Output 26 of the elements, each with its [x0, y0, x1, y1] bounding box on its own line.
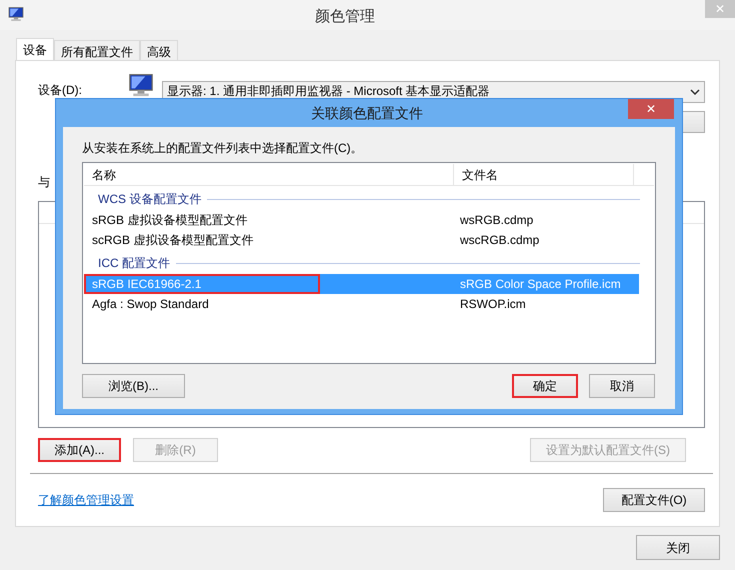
button[interactable]: 浏览(B)... — [82, 374, 185, 398]
list-row[interactable]: scRGB 虚拟设备模型配置文件 wscRGB.cdmp — [84, 230, 639, 250]
instruction-text: 从安装在系统上的配置文件列表中选择配置文件(C)。 — [82, 140, 364, 157]
column-header[interactable]: 名称 — [84, 164, 454, 185]
section-label: 与 — [38, 174, 50, 191]
help-link[interactable]: 了解颜色管理设置 — [38, 491, 134, 509]
monitor-icon — [8, 6, 24, 22]
button[interactable]: 添加(A)... — [38, 438, 121, 462]
monitor-icon — [126, 73, 156, 97]
column-header[interactable]: 文件名 — [454, 164, 634, 185]
button[interactable]: 确定 — [512, 374, 578, 398]
window-title: 颜色管理 — [315, 7, 375, 27]
dialog-title: 关联颜色配置文件 — [311, 104, 423, 123]
group-header: ICC 配置文件 — [98, 255, 170, 272]
tab[interactable]: 所有配置文件 — [54, 40, 140, 60]
group-header: WCS 设备配置文件 — [98, 191, 202, 208]
close-button[interactable]: ✕ — [628, 99, 674, 119]
tab[interactable]: 高级 — [140, 40, 178, 60]
list-row[interactable]: sRGB 虚拟设备模型配置文件 wsRGB.cdmp — [84, 210, 639, 230]
list-row[interactable]: Agfa : Swop Standard RSWOP.icm — [84, 294, 639, 314]
tab[interactable]: 设备 — [16, 38, 54, 60]
close-dialog-button[interactable]: 关闭 — [636, 535, 720, 560]
chevron-down-icon — [690, 89, 700, 95]
profiles-button[interactable]: 配置文件(O) — [603, 488, 705, 512]
field-label: 设备(D): — [38, 84, 82, 97]
button[interactable]: 取消 — [589, 374, 655, 398]
